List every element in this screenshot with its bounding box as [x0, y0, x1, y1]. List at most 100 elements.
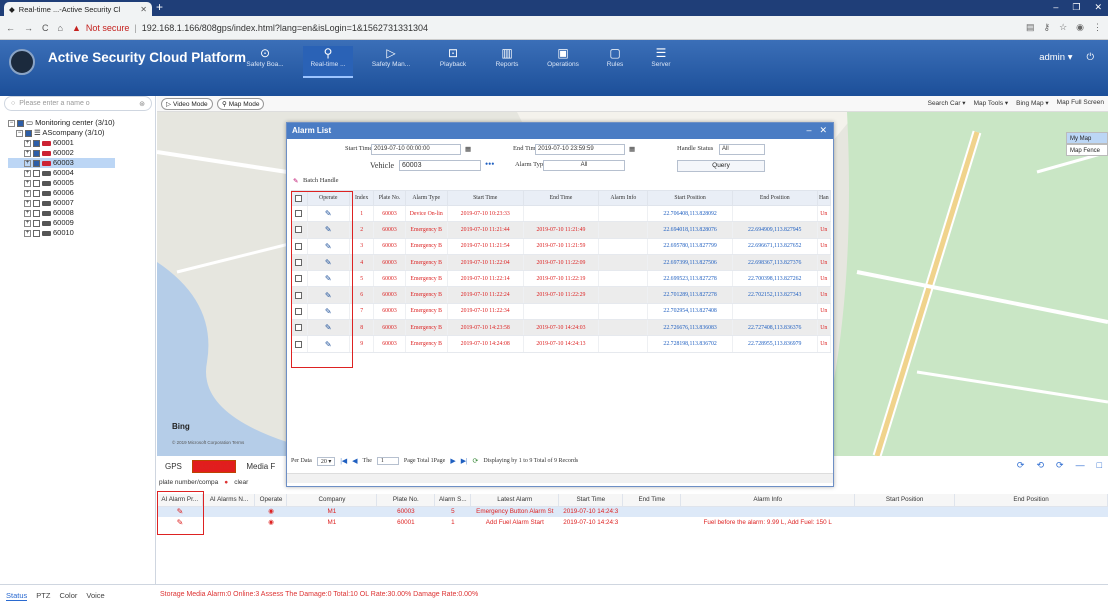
table-row[interactable]: ✎ 5 60003 Emergency B 2019-07-10 11:22:14 201…: [291, 270, 832, 288]
tab-gps[interactable]: GPS: [165, 462, 182, 471]
column-header[interactable]: Alarm S...: [434, 494, 472, 507]
clear-button[interactable]: clear: [234, 479, 248, 486]
browser-tab[interactable]: ◆ Real-time ...-Active Security Cl ✕: [4, 2, 152, 16]
next-page-icon[interactable]: ▶: [450, 457, 455, 465]
column-header[interactable]: Plate No.: [373, 190, 406, 206]
plate-filter-input[interactable]: plate number/compa: [159, 479, 218, 486]
column-header[interactable]: Plate No.: [376, 494, 436, 507]
nav-real-time[interactable]: ⚲ Real-time ...: [303, 46, 353, 78]
close-window-icon[interactable]: ✕: [1094, 2, 1102, 13]
checkbox[interactable]: [33, 149, 40, 157]
collapse-icon[interactable]: −: [16, 129, 23, 137]
tree-node-vehicle[interactable]: +60010: [8, 228, 115, 238]
map-mode-button[interactable]: ⚲ Map Mode: [217, 98, 265, 110]
key-icon[interactable]: ⚷: [1043, 22, 1050, 33]
tree-node-vehicle[interactable]: +60005: [8, 178, 115, 188]
column-header[interactable]: Han: [816, 190, 832, 206]
more-options-icon[interactable]: •••: [485, 159, 494, 169]
forward-button[interactable]: →: [24, 23, 33, 33]
tree-node-vehicle[interactable]: +60008: [8, 208, 115, 218]
home-button[interactable]: ⌂: [58, 23, 63, 33]
expand-icon[interactable]: +: [24, 149, 31, 157]
checkbox[interactable]: [33, 179, 40, 187]
expand-icon[interactable]: +: [24, 159, 31, 167]
per-data-select[interactable]: 20 ▾: [316, 456, 336, 466]
last-page-icon[interactable]: ▶|: [461, 457, 468, 465]
column-header[interactable]: End Time: [622, 494, 682, 507]
checkbox[interactable]: [33, 199, 40, 207]
expand-icon[interactable]: +: [24, 219, 31, 227]
nav-server[interactable]: ☰ Server: [636, 46, 686, 68]
column-header[interactable]: Company: [286, 494, 378, 507]
table-row[interactable]: ✎ 4 60003 Emergency B 2019-07-10 11:22:04 201…: [291, 254, 832, 272]
url-field[interactable]: ▲ Not secure | 192.168.1.166/808gps/inde…: [72, 23, 428, 33]
nav-operations[interactable]: ▣ Operations: [538, 46, 588, 68]
my-map-option[interactable]: My Map: [1066, 132, 1108, 144]
column-header[interactable]: Alarm Info: [680, 494, 856, 507]
tab-alarm-info[interactable]: Alarm Info: [191, 459, 237, 473]
new-tab-button[interactable]: +: [156, 1, 163, 14]
handle-status-select[interactable]: All: [719, 144, 765, 155]
calendar-icon[interactable]: ▦: [465, 145, 471, 153]
checkbox[interactable]: [33, 189, 40, 197]
column-header[interactable]: Start Position: [647, 190, 733, 206]
query-button[interactable]: Query: [677, 160, 765, 172]
table-row[interactable]: ✎ ◉ M1 60001 1 Add Fuel Alarm Start 2019…: [157, 517, 1108, 528]
nav-safety-management[interactable]: ▷ Safety Man...: [366, 46, 416, 68]
tree-node-company[interactable]: − ☰ AScompany (3/10): [8, 128, 115, 138]
checkbox[interactable]: [33, 229, 40, 237]
column-header[interactable]: AI Alarms N...: [202, 494, 256, 507]
page-input[interactable]: 1: [376, 457, 399, 465]
checkbox[interactable]: [17, 119, 24, 127]
calendar-icon[interactable]: ▦: [629, 145, 635, 153]
tab-color[interactable]: Color: [59, 591, 77, 601]
tree-node-vehicle-selected[interactable]: +60003: [8, 158, 115, 168]
maximize-icon[interactable]: ❐: [1072, 2, 1080, 13]
column-header[interactable]: Alarm Info: [598, 190, 649, 206]
expand-icon[interactable]: +: [24, 199, 31, 207]
expand-icon[interactable]: +: [24, 139, 31, 147]
vehicle-select[interactable]: 60003: [399, 160, 481, 171]
table-row[interactable]: ✎ 7 60003 Emergency B 2019-07-10 11:22:34 22.…: [291, 303, 832, 321]
tab-ptz[interactable]: PTZ: [36, 591, 50, 601]
nav-safety-board[interactable]: ⊙ Safety Boa...: [240, 46, 290, 68]
table-row[interactable]: ✎ 8 60003 Emergency B 2019-07-10 14:23:58 201…: [291, 319, 832, 337]
video-mode-button[interactable]: ▷ Video Mode: [161, 98, 213, 110]
column-header[interactable]: Index: [348, 190, 375, 206]
nav-playback[interactable]: ⊡ Playback: [428, 46, 478, 68]
end-time-input[interactable]: 2019-07-10 23:59:59: [535, 144, 625, 155]
back-button[interactable]: ←: [6, 23, 15, 33]
menu-icon[interactable]: ⋮: [1093, 22, 1102, 33]
column-header[interactable]: Alarm Type: [404, 190, 448, 206]
table-row[interactable]: ✎ 3 60003 Emergency B 2019-07-10 11:21:54 201…: [291, 238, 832, 255]
checkbox[interactable]: [25, 129, 32, 137]
vehicle-search-input[interactable]: ○ Please enter a name o ⊛: [4, 96, 152, 111]
power-icon[interactable]: ⏻: [1086, 52, 1094, 63]
translate-icon[interactable]: ▤: [1026, 22, 1035, 33]
table-row[interactable]: ✎ 2 60003 Emergency B 2019-07-10 11:21:44 201…: [291, 221, 832, 239]
reload-icon[interactable]: ⟲: [1036, 460, 1044, 471]
column-header[interactable]: Latest Alarm: [470, 494, 560, 507]
expand-icon[interactable]: +: [24, 179, 31, 187]
star-icon[interactable]: ☆: [1059, 22, 1067, 33]
prev-page-icon[interactable]: ◀: [352, 457, 357, 465]
minimize-panel-icon[interactable]: —: [1076, 460, 1085, 471]
column-header[interactable]: Start Time: [446, 190, 524, 206]
minimize-icon[interactable]: –: [1053, 2, 1058, 13]
horizontal-scrollbar[interactable]: [287, 473, 833, 483]
profile-icon[interactable]: ◉: [1076, 22, 1084, 33]
checkbox[interactable]: [33, 209, 40, 217]
column-header[interactable]: Start Time: [558, 494, 624, 507]
column-header[interactable]: End Position: [731, 190, 818, 206]
tree-node-vehicle[interactable]: +60001: [8, 138, 115, 148]
tab-media[interactable]: Media F: [246, 462, 275, 471]
tree-node-monitoring-center[interactable]: − ▭ Monitoring center (3/10): [8, 118, 115, 128]
tab-status[interactable]: Status: [6, 591, 28, 601]
column-header[interactable]: Start Position: [854, 494, 956, 507]
checkbox[interactable]: [33, 169, 40, 177]
map-tools-dropdown[interactable]: Map Tools ▾: [974, 99, 1009, 107]
collapse-icon[interactable]: −: [8, 119, 15, 127]
reload-button[interactable]: C: [42, 23, 49, 33]
column-header[interactable]: End Position: [954, 494, 1108, 507]
maximize-panel-icon[interactable]: □: [1097, 460, 1102, 471]
